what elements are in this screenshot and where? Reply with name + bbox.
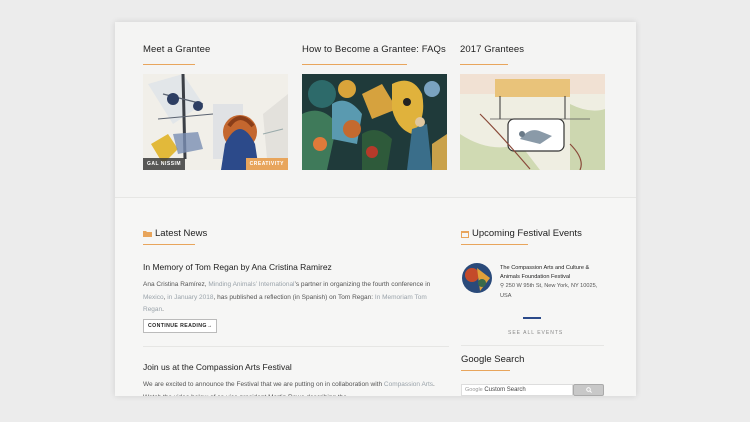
latest-news-label: Latest News [155, 228, 208, 239]
meet-grantee-image[interactable]: GAL NISSIM CREATIVITY [143, 74, 288, 170]
search-placeholder: Custom Search [484, 387, 526, 393]
google-search-label: Google Search [461, 354, 525, 365]
grantees-2017-title[interactable]: 2017 Grantees [460, 44, 524, 55]
faq-title[interactable]: How to Become a Grantee: FAQs [302, 44, 446, 55]
text: ’s partner in organizing the fourth conf… [294, 281, 431, 288]
title-underline [143, 64, 195, 65]
heading-underline [461, 244, 528, 245]
event-separator [523, 317, 541, 319]
post-excerpt: Ana Cristina Ramírez, Minding Animals’ I… [143, 279, 445, 317]
event-address: ⚲ 250 W 95th St, New York, NY 10025, USA [500, 281, 610, 301]
title-underline [460, 64, 508, 65]
faq-image[interactable] [302, 74, 447, 170]
post-title[interactable]: In Memory of Tom Regan by Ana Cristina R… [143, 262, 332, 272]
link-minding-animals[interactable]: Minding Animals’ International [208, 281, 294, 288]
text: Ana Cristina Ramírez, [143, 281, 209, 288]
latest-news-heading: Latest News [143, 228, 207, 239]
heading-underline [461, 370, 510, 371]
search-icon [585, 387, 592, 393]
event-thumbnail[interactable] [462, 263, 492, 293]
text: , has published a reflection (in Spanish… [213, 293, 375, 301]
grantees-2017-image[interactable] [460, 74, 605, 170]
text: . [162, 306, 164, 313]
search-input[interactable]: Google Custom Search [461, 384, 573, 396]
post-excerpt: We are excited to announce the Festival … [143, 379, 445, 396]
text: We are excited to announce the Festival … [143, 381, 384, 388]
continue-reading-button[interactable]: CONTINUE READING→ [143, 319, 218, 333]
see-all-events-link[interactable]: SEE ALL EVENTS [508, 330, 563, 336]
event-title[interactable]: The Compassion Arts and Culture & Animal… [500, 264, 610, 282]
events-heading-label: Upcoming Festival Events [472, 228, 582, 239]
post-divider [143, 346, 449, 347]
heading-underline [143, 244, 195, 245]
link-compassion-arts[interactable]: Compassion Arts [384, 381, 433, 388]
title-underline [302, 64, 407, 65]
link-january-2018[interactable]: in January 2018 [167, 294, 213, 301]
google-search-heading: Google Search [461, 354, 524, 365]
events-heading: Upcoming Festival Events [461, 228, 582, 239]
page-frame: Meet a Grantee GAL NISSIM CREATIVITY How… [115, 22, 636, 396]
grantee-name-tag[interactable]: GAL NISSIM [143, 158, 186, 170]
folder-icon [143, 231, 152, 237]
post-title[interactable]: Join us at the Compassion Arts Festival [143, 362, 292, 372]
google-brand: Google [465, 387, 483, 393]
meet-grantee-title[interactable]: Meet a Grantee [143, 44, 210, 55]
featured-section: Meet a Grantee GAL NISSIM CREATIVITY How… [115, 22, 636, 198]
calendar-icon [461, 230, 469, 238]
event-address-text: 250 W 95th St, New York, NY 10025, USA [500, 283, 598, 299]
link-mexico[interactable]: Mexico [143, 294, 164, 301]
search-button[interactable] [573, 384, 604, 396]
category-tag[interactable]: CREATIVITY [245, 158, 288, 170]
sidebar-divider [461, 345, 604, 346]
